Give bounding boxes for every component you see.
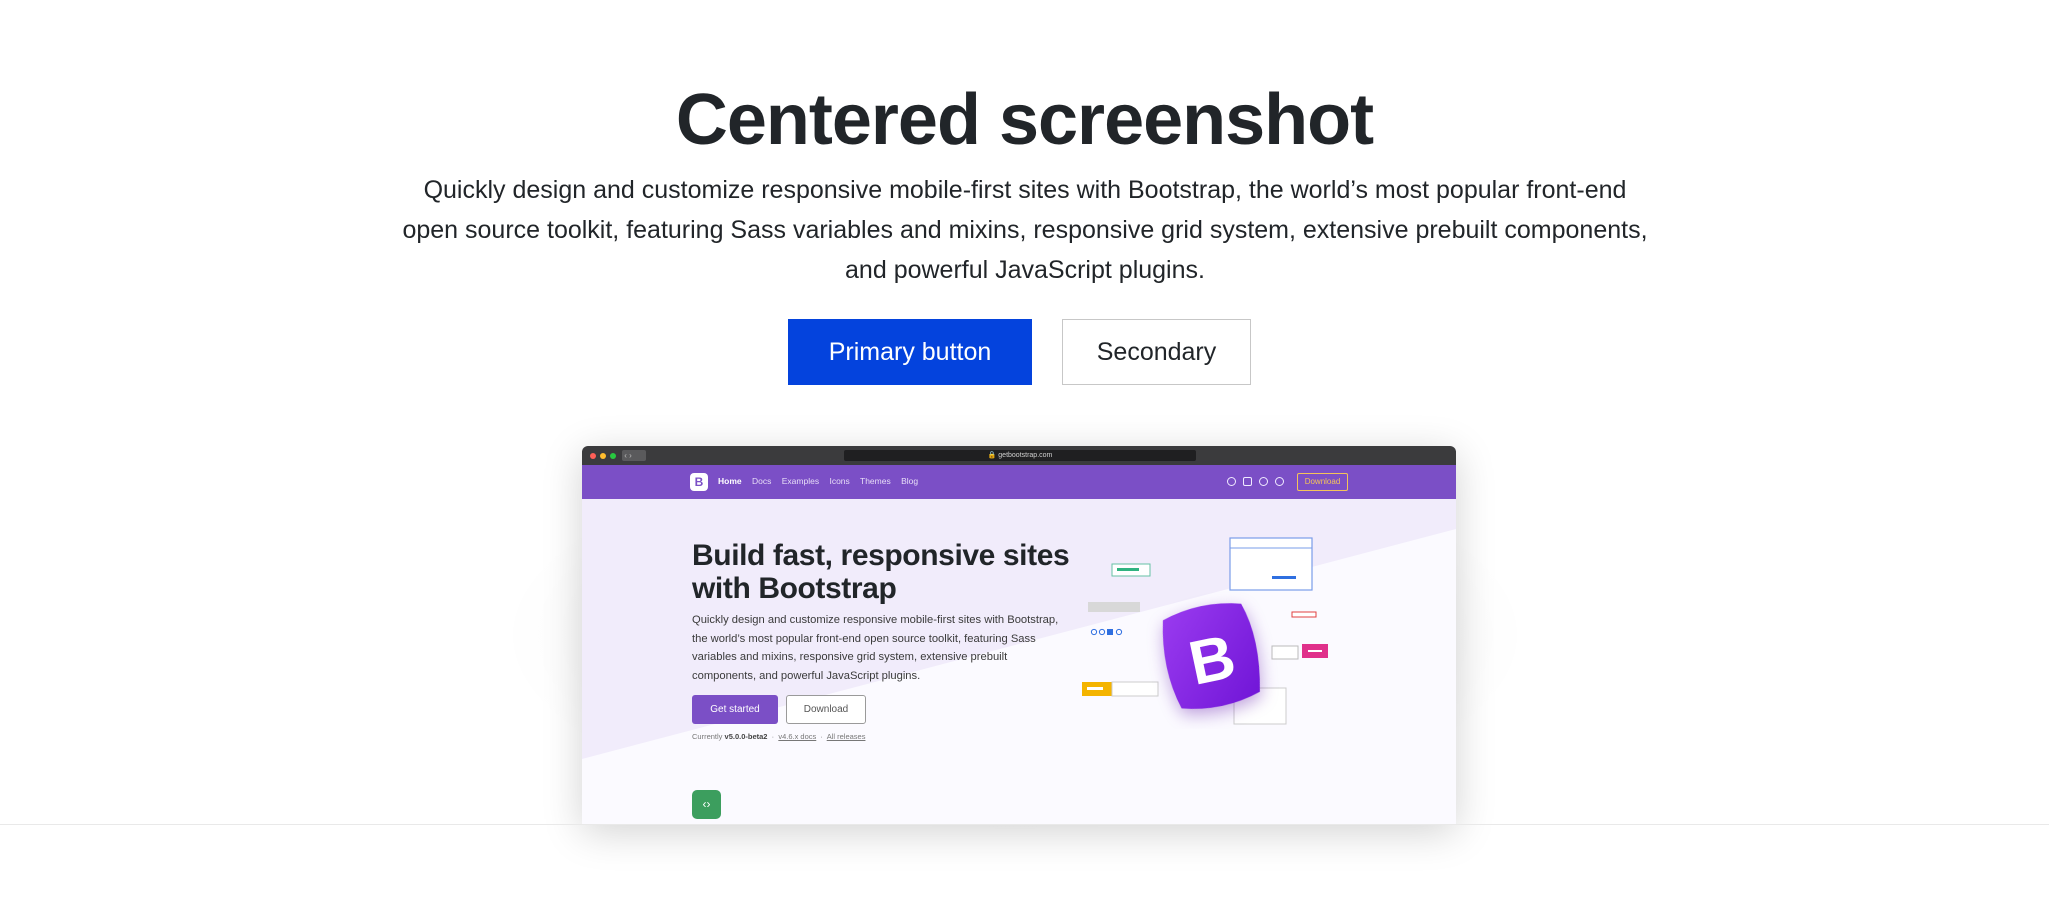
- bootstrap-heading: Build fast, responsive sites with Bootst…: [692, 539, 1070, 605]
- get-started-button: Get started: [692, 695, 778, 724]
- page-title: Centered screenshot: [675, 80, 1374, 160]
- download-button: Download: [786, 695, 866, 724]
- back-forward-icon: ‹ ›: [622, 450, 646, 461]
- url-text: getbootstrap.com: [998, 452, 1053, 459]
- bootstrap-big-logo-icon: B: [1162, 603, 1260, 709]
- twitter-icon: [1243, 477, 1252, 486]
- bootstrap-navbar: B Home Docs Examples Icons Themes Blog D…: [582, 465, 1456, 499]
- nav-link-examples: Examples: [781, 476, 820, 486]
- bottom-divider: [0, 824, 2049, 825]
- version-line: Currently v5.0.0-beta2 · v4.6.x docs · A…: [692, 732, 866, 741]
- minimize-dot-icon: [600, 453, 606, 459]
- nav-link-home: Home: [718, 476, 742, 486]
- nav-link-docs: Docs: [752, 476, 772, 486]
- github-icon: [1227, 477, 1236, 486]
- version-text: v5.0.0-beta2: [724, 732, 768, 741]
- opencollective-icon: [1275, 477, 1284, 486]
- primary-button[interactable]: Primary button: [788, 319, 1032, 385]
- nav-download-button: Download: [1297, 473, 1348, 491]
- all-releases-link: All releases: [826, 732, 866, 741]
- currently-label: Currently: [692, 732, 723, 741]
- bootstrap-logo-icon: B: [690, 473, 708, 491]
- v4-docs-link: v4.6.x docs: [778, 732, 817, 741]
- nav-link-themes: Themes: [860, 476, 891, 486]
- browser-chrome: ‹ › 🔒 getbootstrap.com: [582, 446, 1456, 465]
- bootstrap-lead: Quickly design and customize responsive …: [692, 614, 1059, 682]
- maximize-dot-icon: [610, 453, 616, 459]
- secondary-button[interactable]: Secondary: [1062, 319, 1251, 385]
- lead-text: Quickly design and customize responsive …: [402, 176, 1648, 284]
- slack-icon: [1259, 477, 1268, 486]
- url-bar: 🔒 getbootstrap.com: [844, 450, 1196, 461]
- browser-screenshot: ‹ › 🔒 getbootstrap.com B Home Docs Examp…: [582, 446, 1456, 824]
- nav-links: Home Docs Examples Icons Themes Blog: [718, 476, 926, 486]
- bootstrap-page: Build fast, responsive sites with Bootst…: [582, 499, 1456, 824]
- nav-link-blog: Blog: [901, 476, 919, 486]
- close-dot-icon: [590, 453, 596, 459]
- nav-link-icons: Icons: [829, 476, 850, 486]
- code-icon: ‹›: [692, 790, 721, 819]
